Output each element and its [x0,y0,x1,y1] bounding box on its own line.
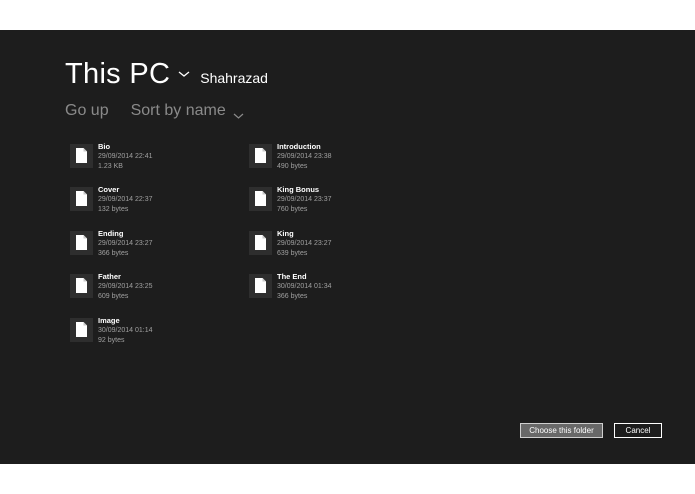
folder-picker: This PC Shahrazad Go up Sort by name Bio [0,30,695,464]
document-icon [249,187,272,211]
document-icon [70,187,93,211]
location-title[interactable]: This PC [65,58,170,91]
sort-dropdown[interactable]: Sort by name [131,102,244,120]
document-icon [249,274,272,298]
file-item[interactable]: Cover 29/09/2014 22:37 132 bytes [70,185,240,221]
chevron-down-icon[interactable] [178,66,190,77]
file-item[interactable]: Ending 29/09/2014 23:27 366 bytes [70,229,240,265]
document-icon [70,231,93,255]
file-name: Father [98,272,121,281]
file-item[interactable]: King Bonus 29/09/2014 23:37 760 bytes [249,185,419,221]
file-date: 29/09/2014 23:25 [98,283,153,290]
file-name: Bio [98,142,111,151]
document-icon [70,318,93,342]
file-item[interactable]: Image 30/09/2014 01:14 92 bytes [70,316,240,352]
file-date: 29/09/2014 23:27 [98,240,153,247]
file-size: 1.23 KB [98,163,123,170]
picker-header: This PC Shahrazad [65,58,268,91]
document-icon [70,274,93,298]
file-name: Image [98,316,120,325]
document-icon [249,144,272,168]
file-item[interactable]: Introduction 29/09/2014 23:38 490 bytes [249,142,419,178]
file-size: 366 bytes [98,250,129,257]
file-name: King [277,229,294,238]
file-name: The End [277,272,307,281]
file-size: 92 bytes [98,337,125,344]
file-item[interactable]: Father 29/09/2014 23:25 609 bytes [70,272,240,308]
chevron-down-icon [233,107,244,119]
document-icon [249,231,272,255]
file-date: 29/09/2014 23:27 [277,240,332,247]
document-icon [70,144,93,168]
cancel-button[interactable]: Cancel [614,423,662,438]
file-name: King Bonus [277,185,320,194]
file-size: 760 bytes [277,206,308,213]
file-name: Cover [98,185,120,194]
choose-folder-button[interactable]: Choose this folder [520,423,603,438]
file-item[interactable]: The End 30/09/2014 01:34 366 bytes [249,272,419,308]
file-date: 30/09/2014 01:34 [277,283,332,290]
sort-label: Sort by name [130,102,226,119]
file-date: 29/09/2014 22:41 [98,153,153,160]
current-folder-name: Shahrazad [200,70,268,86]
file-name: Ending [98,229,124,238]
file-size: 609 bytes [98,293,129,300]
file-size: 132 bytes [98,206,129,213]
file-size: 639 bytes [277,250,308,257]
file-item[interactable]: Bio 29/09/2014 22:41 1.23 KB [70,142,240,178]
file-name: Introduction [277,142,321,151]
file-date: 30/09/2014 01:14 [98,327,153,334]
file-date: 29/09/2014 23:37 [277,196,332,203]
file-size: 490 bytes [277,163,308,170]
go-up-button[interactable]: Go up [65,102,109,120]
file-size: 366 bytes [277,293,308,300]
file-item[interactable]: King 29/09/2014 23:27 639 bytes [249,229,419,265]
command-bar: Go up Sort by name [65,102,244,120]
file-date: 29/09/2014 23:38 [277,153,332,160]
file-date: 29/09/2014 22:37 [98,196,153,203]
